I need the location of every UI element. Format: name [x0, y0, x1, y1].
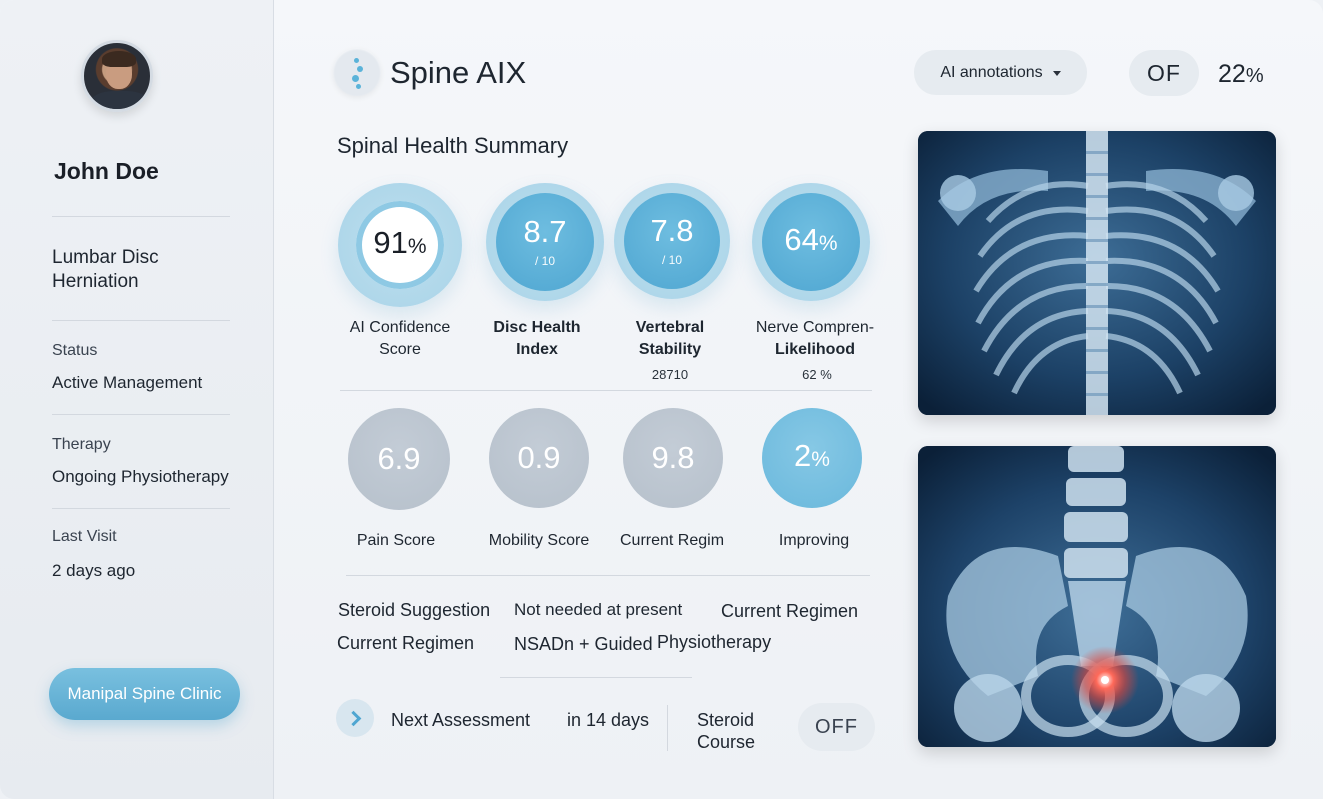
metric-unit: %: [811, 448, 830, 471]
metric-label-line: Vertebral: [635, 319, 705, 336]
metric-label-line: Likelihood: [775, 341, 855, 358]
therapy-value: Ongoing Physiotherapy: [52, 467, 229, 486]
percent-unit: %: [1245, 65, 1264, 87]
metric-label: Nerve Compren- Likelihood: [742, 317, 888, 361]
divider: [52, 216, 230, 217]
percent-readout: 22%: [1218, 60, 1264, 89]
metric-label: Vertebral Stability: [600, 317, 740, 361]
divider: [667, 705, 668, 751]
pelvis-xray-image[interactable]: [918, 446, 1276, 747]
metric-unit: %: [818, 232, 838, 255]
logo-dot: [352, 75, 359, 82]
last-visit-label: Last Visit: [52, 528, 117, 545]
percent-value: 22: [1218, 60, 1246, 88]
pelvis-xray-graphic: [918, 446, 1276, 747]
diagnosis-line: Lumbar Disc: [52, 247, 159, 268]
divider: [500, 677, 692, 678]
nerve-compression-gauge[interactable]: 64%: [762, 193, 860, 291]
clinic-button[interactable]: Manipal Spine Clinic: [49, 668, 240, 720]
current-regimen-value: Physiotherapy: [657, 632, 772, 652]
chevron-right-icon: [345, 710, 361, 726]
disc-health-gauge[interactable]: 8.7 / 10: [496, 193, 594, 291]
patient-name: John Doe: [54, 158, 159, 184]
chest-xray-image[interactable]: [918, 131, 1276, 415]
app-window: John Doe Lumbar Disc Herniation Status A…: [0, 0, 1323, 799]
current-regimen-header: Current Regimen: [721, 601, 859, 621]
steroid-course-label: Steroid Course: [697, 709, 755, 753]
avatar-hair: [102, 51, 136, 67]
metric-label: AI Confidence Score: [330, 317, 470, 361]
metric-value: 7.8: [650, 213, 694, 248]
vertebral-stability-gauge[interactable]: 7.8 / 10: [624, 193, 720, 289]
steroid-suggestion-value: Not needed at present: [514, 600, 683, 619]
ai-confidence-gauge[interactable]: 91%: [356, 201, 444, 289]
metric-value: 8.7: [523, 214, 567, 249]
status-value: Active Management: [52, 373, 203, 392]
status-label: Status: [52, 342, 98, 359]
app-logo[interactable]: [333, 48, 381, 96]
metric-value: 6.9: [377, 441, 421, 476]
ai-annotations-label: AI annotations: [940, 63, 1043, 81]
avatar[interactable]: [81, 40, 153, 112]
metric-label-line: Index: [516, 341, 558, 358]
next-assessment-label: Next Assessment: [391, 710, 531, 730]
metric-extra: 62 %: [802, 367, 832, 382]
metric-label: Pain Score: [356, 532, 436, 549]
patient-sidebar: John Doe Lumbar Disc Herniation Status A…: [0, 0, 274, 799]
metric-extra: 28710: [651, 367, 689, 382]
metric-value: 0.9: [517, 440, 561, 475]
divider: [346, 575, 870, 576]
metric-label-line: Disc Health: [493, 319, 581, 336]
logo-dot: [354, 58, 359, 63]
avatar-shoulders: [90, 91, 150, 109]
chest-xray-graphic: [918, 131, 1276, 415]
summary-title: Spinal Health Summary: [337, 133, 569, 158]
steroid-course-line: Course: [697, 732, 756, 752]
app-title: Spine AIX: [390, 55, 527, 90]
metric-label-line: Stability: [638, 341, 702, 358]
metric-label: Improving: [778, 532, 850, 549]
of-toggle[interactable]: OF: [1129, 50, 1199, 96]
metric-label-line: Nerve Compren-: [755, 319, 875, 336]
therapy-label: Therapy: [52, 436, 111, 453]
mobility-score-gauge[interactable]: 0.9: [489, 408, 589, 508]
steroid-course-line: Steroid: [697, 710, 755, 730]
metric-label: Disc Health Index: [467, 317, 607, 361]
pain-score-gauge[interactable]: 6.9: [348, 408, 450, 510]
next-assessment-button[interactable]: [336, 699, 374, 737]
diagnosis: Lumbar Disc Herniation: [52, 246, 232, 294]
metric-label-line: Score: [379, 341, 421, 358]
chevron-down-icon: [1052, 71, 1061, 76]
divider: [340, 390, 872, 391]
current-regimen-value: NSADn + Guided: [514, 634, 653, 654]
metric-sub: / 10: [534, 254, 555, 268]
improving-gauge[interactable]: 2%: [762, 408, 862, 508]
metric-label: Mobility Score: [488, 532, 590, 549]
metric-label-line: AI Confidence: [349, 319, 451, 336]
current-regimen-gauge[interactable]: 9.8: [623, 408, 723, 508]
metric-value: 9.8: [651, 440, 695, 475]
metric-value: 64: [784, 222, 819, 257]
logo-dot: [356, 84, 361, 89]
divider: [52, 508, 230, 509]
metric-unit: %: [407, 235, 427, 258]
steroid-course-toggle[interactable]: OFF: [798, 703, 875, 751]
steroid-suggestion-label: Steroid Suggestion: [338, 600, 491, 620]
last-visit-value: 2 days ago: [52, 561, 136, 580]
divider: [52, 414, 230, 415]
diagnosis-line: Herniation: [52, 271, 139, 292]
metric-sub: / 10: [661, 253, 682, 267]
metric-label: Current Regim: [619, 532, 725, 549]
metric-value: 2: [794, 438, 812, 473]
current-regimen-label: Current Regimen: [337, 633, 475, 653]
ai-annotations-dropdown[interactable]: AI annotations: [914, 50, 1087, 95]
next-assessment-value: in 14 days: [567, 710, 650, 730]
metric-value: 91: [373, 225, 408, 260]
divider: [52, 320, 230, 321]
logo-dot: [357, 66, 363, 72]
